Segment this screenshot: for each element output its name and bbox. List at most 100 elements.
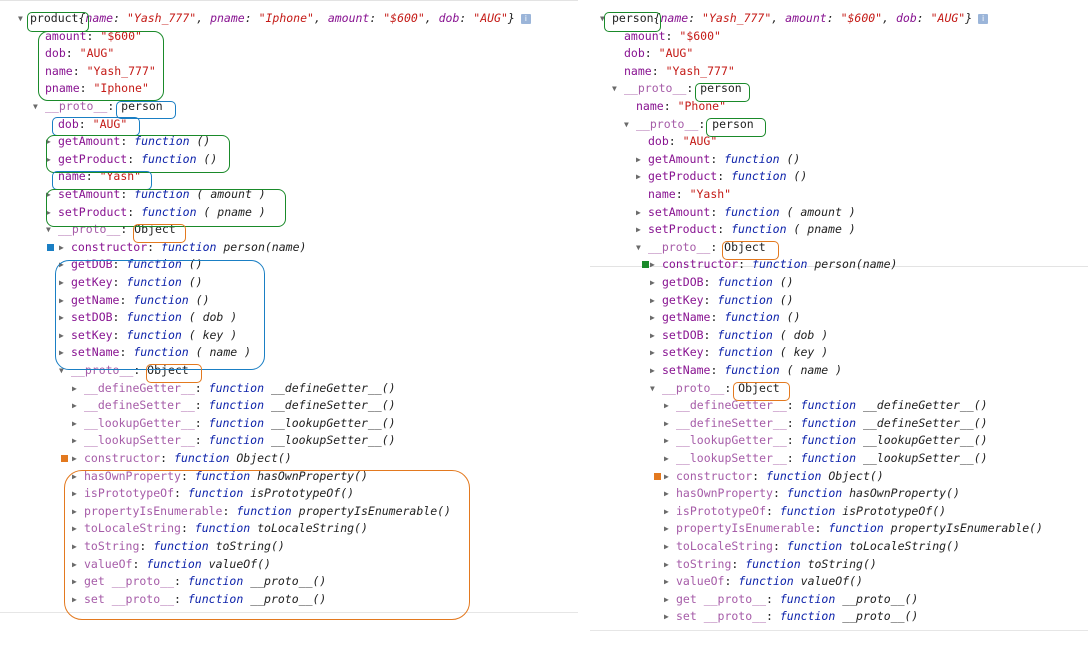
triangle-down-icon[interactable]: ▼ xyxy=(59,362,71,379)
triangle-right-icon[interactable]: ▶ xyxy=(664,415,676,432)
method-row[interactable]: ▶ setKey: function ( key ) xyxy=(650,344,828,361)
triangle-right-icon[interactable]: ▶ xyxy=(664,468,676,485)
triangle-right-icon[interactable]: ▶ xyxy=(59,309,71,326)
method-row[interactable]: ▶ setDOB: function ( dob ) xyxy=(650,327,828,344)
triangle-right-icon[interactable]: ▶ xyxy=(664,608,676,625)
method-row[interactable]: ▶ set __proto__: function __proto__() xyxy=(72,591,326,608)
proto-row[interactable]: ▼ __proto__: person xyxy=(612,80,742,97)
method-row[interactable]: ▶ __defineGetter__: function __defineGett… xyxy=(72,380,396,397)
info-icon[interactable]: i xyxy=(520,13,531,24)
triangle-right-icon[interactable]: ▶ xyxy=(46,151,58,168)
triangle-down-icon[interactable]: ▼ xyxy=(612,80,624,97)
triangle-right-icon[interactable]: ▶ xyxy=(59,256,71,273)
method-row[interactable]: ▶ setKey: function ( key ) xyxy=(59,327,237,344)
method-row[interactable]: ▶ getDOB: function () xyxy=(59,256,203,273)
method-row[interactable]: ▶ constructor: function person(name) xyxy=(650,256,897,273)
property-row[interactable]: ▶amount: "$600" xyxy=(612,28,721,45)
triangle-right-icon[interactable]: ▶ xyxy=(650,362,662,379)
method-row[interactable]: ▶ getAmount: function () xyxy=(46,133,210,150)
method-row[interactable]: ▶ getName: function () xyxy=(650,309,801,326)
method-row[interactable]: ▶ setName: function ( name ) xyxy=(59,344,251,361)
method-row[interactable]: ▶ setAmount: function ( amount ) xyxy=(46,186,266,203)
method-row[interactable]: ▶ __defineGetter__: function __defineGett… xyxy=(664,397,988,414)
triangle-right-icon[interactable]: ▶ xyxy=(664,556,676,573)
triangle-right-icon[interactable]: ▶ xyxy=(650,274,662,291)
method-row[interactable]: ▶ toString: function toString() xyxy=(72,538,285,555)
triangle-right-icon[interactable]: ▶ xyxy=(636,204,648,221)
triangle-right-icon[interactable]: ▶ xyxy=(636,168,648,185)
method-row[interactable]: ▶ getAmount: function () xyxy=(636,151,800,168)
triangle-right-icon[interactable]: ▶ xyxy=(72,415,84,432)
triangle-right-icon[interactable]: ▶ xyxy=(650,327,662,344)
triangle-down-icon[interactable]: ▼ xyxy=(624,116,636,133)
object-name[interactable]: person xyxy=(612,10,654,27)
triangle-right-icon[interactable]: ▶ xyxy=(59,327,71,344)
method-row[interactable]: ▶ __defineSetter__: function __defineSett… xyxy=(664,415,988,432)
method-row[interactable]: ▶ setDOB: function ( dob ) xyxy=(59,309,237,326)
method-row[interactable]: ▶ toString: function toString() xyxy=(664,556,877,573)
triangle-right-icon[interactable]: ▶ xyxy=(72,485,84,502)
proto-row[interactable]: ▼ __proto__: person xyxy=(33,98,163,115)
method-row[interactable]: ▶ isPrototypeOf: function isPrototypeOf() xyxy=(72,485,354,502)
method-row[interactable]: ▶ set __proto__: function __proto__() xyxy=(664,608,918,625)
triangle-down-icon[interactable]: ▼ xyxy=(18,10,30,27)
proto-row[interactable]: ▼ __proto__: Object xyxy=(59,362,189,379)
object-root-row[interactable]: ▼ person {name: "Yash_777", amount: "$600"… xyxy=(600,10,989,27)
triangle-right-icon[interactable]: ▶ xyxy=(664,591,676,608)
info-icon[interactable]: i xyxy=(978,13,989,24)
proto-row[interactable]: ▼ __proto__: Object xyxy=(46,221,176,238)
object-name[interactable]: product xyxy=(30,10,78,27)
triangle-right-icon[interactable]: ▶ xyxy=(664,573,676,590)
method-row[interactable]: ▶ get __proto__: function __proto__() xyxy=(72,573,326,590)
proto-row[interactable]: ▼ __proto__: Object xyxy=(636,239,766,256)
method-row[interactable]: ▶ hasOwnProperty: function hasOwnProperty… xyxy=(72,468,368,485)
method-row[interactable]: ▶ __lookupGetter__: function __lookupGett… xyxy=(72,415,396,432)
proto-row[interactable]: ▼ __proto__: Object xyxy=(650,380,780,397)
method-row[interactable]: ▶ getDOB: function () xyxy=(650,274,794,291)
method-row[interactable]: ▶ constructor: function Object() xyxy=(72,450,292,467)
triangle-right-icon[interactable]: ▶ xyxy=(46,186,58,203)
triangle-right-icon[interactable]: ▶ xyxy=(664,397,676,414)
method-row[interactable]: ▶ toLocaleString: function toLocaleString… xyxy=(72,520,368,537)
method-row[interactable]: ▶ getProduct: function () xyxy=(46,151,217,168)
method-row[interactable]: ▶ getKey: function () xyxy=(650,292,794,309)
method-row[interactable]: ▶ setProduct: function ( pname ) xyxy=(46,204,266,221)
method-row[interactable]: ▶ toLocaleString: function toLocaleString… xyxy=(664,538,960,555)
triangle-right-icon[interactable]: ▶ xyxy=(650,344,662,361)
triangle-right-icon[interactable]: ▶ xyxy=(636,151,648,168)
object-root-row[interactable]: ▼ product {name: "Yash_777", pname: "Iphon… xyxy=(18,10,531,27)
triangle-right-icon[interactable]: ▶ xyxy=(59,344,71,361)
method-row[interactable]: ▶ setProduct: function ( pname ) xyxy=(636,221,856,238)
method-row[interactable]: ▶ __lookupSetter__: function __lookupSett… xyxy=(72,432,396,449)
method-row[interactable]: ▶ __lookupGetter__: function __lookupGett… xyxy=(664,432,988,449)
method-row[interactable]: ▶ valueOf: function valueOf() xyxy=(664,573,863,590)
triangle-right-icon[interactable]: ▶ xyxy=(72,380,84,397)
method-row[interactable]: ▶ getKey: function () xyxy=(59,274,203,291)
triangle-down-icon[interactable]: ▼ xyxy=(650,380,662,397)
property-row[interactable]: ▶dob: "AUG" xyxy=(46,116,127,133)
triangle-down-icon[interactable]: ▼ xyxy=(33,98,45,115)
triangle-right-icon[interactable]: ▶ xyxy=(59,274,71,291)
method-row[interactable]: ▶ propertyIsEnumerable: function property… xyxy=(664,520,1043,537)
triangle-right-icon[interactable]: ▶ xyxy=(59,239,71,256)
method-row[interactable]: ▶ get __proto__: function __proto__() xyxy=(664,591,918,608)
triangle-right-icon[interactable]: ▶ xyxy=(636,221,648,238)
property-row[interactable]: ▶name: "Yash" xyxy=(636,186,731,203)
triangle-right-icon[interactable]: ▶ xyxy=(664,432,676,449)
triangle-right-icon[interactable]: ▶ xyxy=(46,133,58,150)
triangle-right-icon[interactable]: ▶ xyxy=(72,450,84,467)
method-row[interactable]: ▶ getProduct: function () xyxy=(636,168,807,185)
triangle-right-icon[interactable]: ▶ xyxy=(650,256,662,273)
method-row[interactable]: ▶ __defineSetter__: function __defineSett… xyxy=(72,397,396,414)
triangle-right-icon[interactable]: ▶ xyxy=(72,520,84,537)
method-row[interactable]: ▶ valueOf: function valueOf() xyxy=(72,556,271,573)
triangle-right-icon[interactable]: ▶ xyxy=(72,556,84,573)
property-row[interactable]: ▶dob: "AUG" xyxy=(33,45,114,62)
triangle-down-icon[interactable]: ▼ xyxy=(46,221,58,238)
triangle-right-icon[interactable]: ▶ xyxy=(650,292,662,309)
triangle-right-icon[interactable]: ▶ xyxy=(72,573,84,590)
method-row[interactable]: ▶ constructor: function person(name) xyxy=(59,239,306,256)
triangle-right-icon[interactable]: ▶ xyxy=(664,450,676,467)
triangle-right-icon[interactable]: ▶ xyxy=(72,591,84,608)
triangle-right-icon[interactable]: ▶ xyxy=(650,309,662,326)
